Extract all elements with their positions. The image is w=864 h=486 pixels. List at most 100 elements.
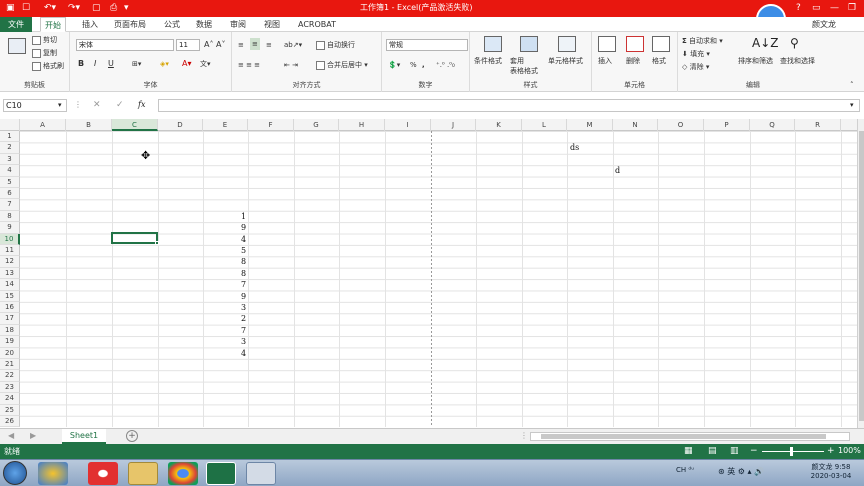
screen-recorder-icon[interactable] [246,462,276,485]
normal-view-icon[interactable]: ▦ [684,446,693,456]
indent-icon[interactable]: ⇤ ⇥ [284,60,298,70]
active-cell-C10[interactable] [111,232,158,244]
redo-icon[interactable]: ↷▾ [68,2,80,14]
row-header[interactable]: 24 [0,393,20,405]
row-header[interactable]: 11 [0,245,20,257]
cell-E13[interactable]: 8 [241,268,246,279]
netease-music-icon[interactable] [88,462,118,485]
cell-E18[interactable]: 7 [241,325,246,336]
align-bottom-icon[interactable]: ≡ [266,40,272,50]
percent-button[interactable]: % [410,60,417,70]
row-header[interactable]: 26 [0,416,20,428]
column-header[interactable]: O [658,119,704,131]
file-explorer-icon[interactable] [128,462,158,485]
underline-button[interactable]: U [108,59,114,69]
zoom-in-icon[interactable]: + [827,446,835,456]
number-format-combo[interactable]: 常规 [386,39,468,51]
format-painter-button[interactable]: 格式刷 [32,61,64,71]
help-icon[interactable]: ? [796,2,801,14]
align-middle-icon[interactable]: ≡ [250,38,260,50]
formula-more-icon[interactable]: ⋮ [74,100,82,109]
insert-button[interactable]: 插入 [598,56,612,66]
row-header[interactable]: 18 [0,324,20,337]
row-header[interactable]: 8 [0,210,20,223]
column-header[interactable]: B [66,119,112,131]
vertical-scroll-thumb[interactable] [859,131,864,421]
taskbar-clock[interactable]: 颜文龙 9:58 2020-03-04 [806,462,856,480]
cell-E9[interactable]: 9 [241,222,246,233]
formula-input[interactable] [158,99,860,112]
cell-E15[interactable]: 9 [241,291,246,302]
row-header[interactable]: 14 [0,279,20,291]
tab-acrobat[interactable]: ACROBAT [294,17,340,32]
collapse-ribbon-icon[interactable]: ˄ [850,80,854,90]
format-button[interactable]: 格式 [652,56,666,66]
column-header[interactable]: E [203,119,248,131]
delete-cells-icon[interactable] [626,36,644,52]
sheet-scroll-split-icon[interactable]: ⋮ [520,431,528,440]
row-header[interactable]: 13 [0,267,20,280]
format-cells-icon[interactable] [652,36,670,52]
tab-view[interactable]: 视图 [260,17,284,32]
column-header[interactable]: L [522,119,567,131]
column-header[interactable]: Q [750,119,795,131]
row-header-selected[interactable]: 10 [0,233,20,245]
currency-icon[interactable]: 💲▾ [388,60,400,70]
undo-icon[interactable]: ↶▾ [44,2,56,14]
grow-font-icon[interactable]: A˄ A˅ [204,40,226,50]
tab-review[interactable]: 审阅 [226,17,250,32]
copy-button[interactable]: 复制 [32,48,57,58]
restore-icon[interactable]: ❐ [848,2,856,14]
tab-home[interactable]: 开始 [40,17,66,32]
orientation-icon[interactable]: ab↗▾ [284,40,302,50]
merge-center-button[interactable]: 合并后居中 ▾ [316,60,368,70]
save-icon[interactable]: ▣ [6,2,15,14]
align-left-icon[interactable]: ≡ ≡ ≡ [238,60,260,70]
row-header[interactable]: 2 [0,142,20,154]
next-sheet-icon[interactable]: ▶ [30,431,36,440]
column-header[interactable]: J [431,119,476,131]
page-layout-view-icon[interactable]: ▤ [708,446,717,456]
tab-insert[interactable]: 插入 [78,17,102,32]
tab-page-layout[interactable]: 页面布局 [110,17,150,32]
row-header[interactable]: 21 [0,359,20,371]
fill-button[interactable]: ⬇ 填充 ▾ [682,49,710,59]
add-sheet-button[interactable]: + [126,430,138,442]
cell-E14[interactable]: 7 [241,279,246,290]
worksheet-grid[interactable] [20,131,857,427]
find-select-button[interactable]: 查找和选择 [780,56,815,66]
column-header[interactable]: M [567,119,613,131]
phonetic-icon[interactable]: 文▾ [200,59,211,69]
italic-button[interactable]: I [94,59,96,69]
cell-E20[interactable]: 4 [241,348,246,359]
binoculars-icon[interactable]: ⚲ [790,36,808,52]
horizontal-scroll-thumb[interactable] [541,434,826,439]
comma-button[interactable]: , [422,60,425,70]
namebox-dropdown-icon[interactable]: ▾ [58,101,62,109]
qa-icon[interactable]: ▢ [92,2,101,14]
column-header[interactable]: N [613,119,658,131]
touch-mode-icon[interactable]: ☐ [22,2,30,14]
zoom-slider-thumb[interactable] [790,447,793,456]
border-icon[interactable]: ⊞▾ [132,59,141,69]
prev-sheet-icon[interactable]: ◀ [8,431,14,440]
row-header[interactable]: 9 [0,222,20,234]
row-header[interactable]: 16 [0,302,20,314]
autosum-button[interactable]: Σ 自动求和 ▾ [682,36,723,46]
row-header[interactable]: 6 [0,188,20,200]
vertical-scrollbar[interactable] [857,119,864,428]
expand-formula-icon[interactable]: ▾ [850,101,854,109]
excel-taskbar-icon[interactable] [206,462,236,485]
column-header[interactable]: D [158,119,203,131]
font-name-combo[interactable]: 宋体 [76,39,174,51]
cell-M2[interactable]: ds [570,142,579,153]
tray-ime-icon[interactable]: CH ᵈᵘ [676,466,694,474]
row-header[interactable]: 15 [0,290,20,302]
print-preview-icon[interactable]: ⎙ [110,2,117,14]
column-header[interactable]: H [339,119,385,131]
clear-button[interactable]: ◇ 清除 ▾ [682,62,709,72]
column-header[interactable]: R [795,119,841,131]
column-header-selected[interactable]: C [112,119,158,131]
align-top-icon[interactable]: ≡ [238,40,244,50]
decimal-icon[interactable]: ⁺.⁰ .⁰₀ [436,60,455,70]
